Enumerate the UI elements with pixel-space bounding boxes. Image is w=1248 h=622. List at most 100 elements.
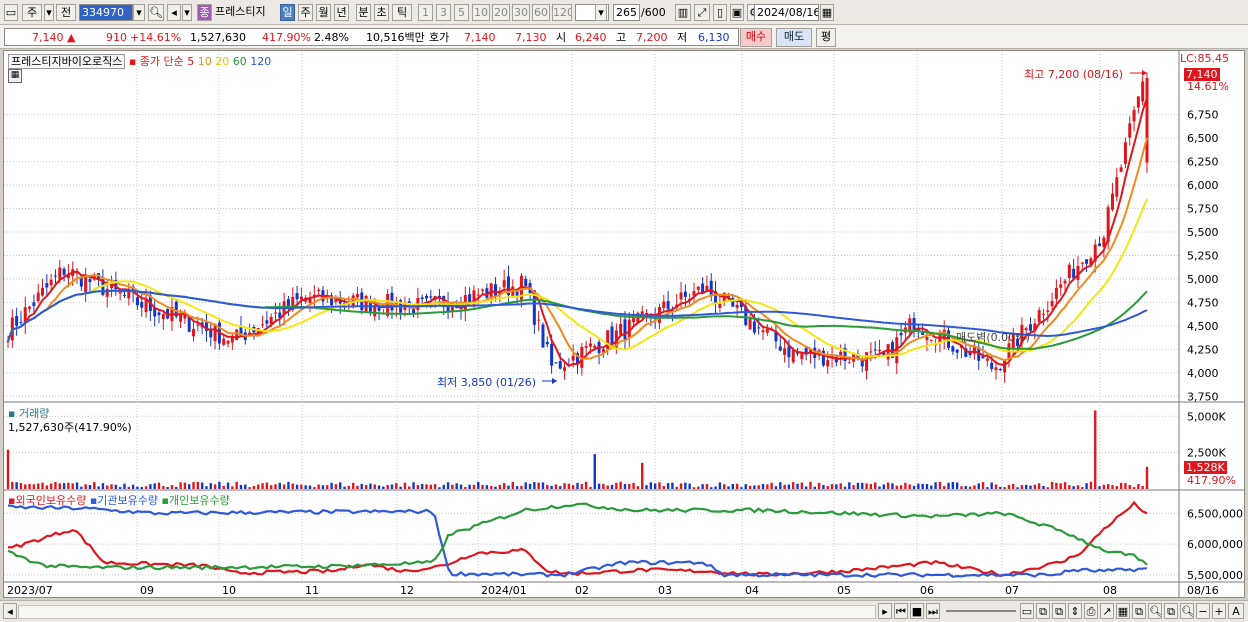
stop-icon[interactable]: ■: [910, 603, 924, 619]
chart-area[interactable]: 2023/07 09 10 11 12 2024/01 02 03 04 05 06 07 08 08/1…: [3, 50, 1245, 598]
candle-body: [1085, 259, 1089, 264]
copy-icon[interactable]: ⧉: [1036, 603, 1050, 619]
volume-bar: [300, 484, 303, 489]
volume-bar: [343, 486, 346, 489]
draw-tool-icon[interactable]: ⤢: [694, 4, 710, 21]
code-input[interactable]: 334970: [79, 4, 133, 21]
volume-bar: [1102, 484, 1106, 489]
candle-body: [265, 320, 269, 324]
market-select[interactable]: 주: [22, 4, 42, 21]
market-dropdown-icon[interactable]: ▾: [44, 4, 54, 21]
calculator-icon[interactable]: ▦: [8, 69, 22, 83]
change-amount: 910: [106, 31, 127, 44]
volume-bar: [106, 485, 109, 489]
volume-bar: [248, 487, 251, 489]
speaker-icon[interactable]: ◂: [167, 4, 181, 21]
prev-toggle[interactable]: 전: [56, 4, 76, 21]
candle-body: [1063, 280, 1067, 284]
period-second[interactable]: 초: [374, 4, 389, 21]
magnifier-icon[interactable]: 🔍︎: [1180, 603, 1194, 619]
period-minute[interactable]: 분: [356, 4, 371, 21]
volume-bar: [84, 484, 87, 489]
sell-button[interactable]: 매도: [776, 28, 812, 47]
period-year[interactable]: 년: [334, 4, 349, 21]
date-input[interactable]: 2024/08/16: [754, 4, 819, 21]
speaker-dropdown-icon[interactable]: ▾: [182, 4, 192, 21]
volume-bar: [852, 485, 855, 489]
scroll-right-icon[interactable]: ▸: [878, 603, 892, 619]
volume-bar: [511, 481, 514, 489]
period-month[interactable]: 월: [316, 4, 331, 21]
volume-bar: [990, 482, 993, 489]
volume-pct-tag: 417.90%: [1187, 474, 1236, 487]
volume-bar: [580, 484, 584, 489]
volume-bar: [873, 482, 877, 489]
institution-holding-label: 기관보유수량: [97, 494, 159, 507]
period-day[interactable]: 일: [280, 4, 295, 21]
candle-type-icon[interactable]: ▥: [675, 4, 691, 21]
compare-icon[interactable]: ⧉: [1052, 603, 1066, 619]
plus-icon[interactable]: +: [1212, 603, 1226, 619]
volume-bar: [938, 481, 942, 489]
search-icon[interactable]: 🔍︎: [148, 4, 164, 21]
candle-body: [317, 289, 321, 292]
min-120[interactable]: 120: [552, 4, 572, 21]
candle-body: [778, 346, 782, 351]
scroll-left-icon[interactable]: ◂: [3, 603, 17, 619]
volume-bar: [658, 482, 661, 489]
period-tick[interactable]: 틱: [392, 4, 412, 21]
volume-bar: [1119, 482, 1123, 489]
min-60[interactable]: 60: [532, 4, 550, 21]
candle-body: [429, 296, 433, 298]
candle-body: [1046, 310, 1050, 312]
min-30[interactable]: 30: [512, 4, 530, 21]
minus-icon[interactable]: −: [1196, 603, 1210, 619]
volume-bar: [382, 486, 385, 489]
min-5[interactable]: 5: [454, 4, 469, 21]
trend-icon[interactable]: ↗: [1100, 603, 1114, 619]
volume-bar: [183, 482, 187, 489]
lock-icon[interactable]: ▯: [713, 4, 727, 21]
scrollbar-track[interactable]: [18, 605, 876, 619]
volume-bar: [420, 483, 424, 489]
min-10[interactable]: 10: [472, 4, 490, 21]
volume-bar: [412, 482, 415, 489]
volume-bar: [1128, 484, 1131, 489]
eval-button[interactable]: 평: [816, 28, 836, 47]
count-input[interactable]: 265: [613, 4, 640, 21]
chart-svg[interactable]: 2023/07 09 10 11 12 2024/01 02 03 04 05 06 07 08 08/1…: [4, 51, 1244, 597]
volume-bar: [783, 484, 786, 489]
last-icon[interactable]: ⏭: [926, 603, 940, 619]
first-icon[interactable]: ⏮: [894, 603, 908, 619]
min-20[interactable]: 20: [492, 4, 510, 21]
quote-bar: 7,140 ▲ 910 +14.61% 1,527,630 417.90% 2.…: [0, 25, 1248, 49]
font-icon[interactable]: A: [1228, 603, 1244, 619]
candle-body: [998, 369, 1002, 371]
volume-bar: [865, 483, 868, 489]
code-dropdown-icon[interactable]: ▾: [133, 4, 145, 21]
buy-button[interactable]: 매수: [740, 28, 772, 47]
volume-bar: [330, 482, 333, 489]
grid-icon[interactable]: ▦: [1116, 603, 1130, 619]
volume-bar: [200, 482, 204, 489]
period-week[interactable]: 주: [298, 4, 313, 21]
volume-bar: [351, 482, 355, 489]
custom-dropdown-icon[interactable]: ▾: [595, 4, 607, 21]
save-icon[interactable]: ▣: [730, 4, 744, 21]
frame-icon[interactable]: ⧉: [1164, 603, 1178, 619]
window-icon[interactable]: ▭: [1020, 603, 1034, 619]
calendar-icon[interactable]: ▦: [820, 4, 834, 21]
min-3[interactable]: 3: [436, 4, 451, 21]
volume-bar: [649, 482, 653, 489]
min-1[interactable]: 1: [418, 4, 433, 21]
volume-bar: [999, 486, 1002, 489]
volume-bar: [779, 482, 782, 489]
zoom-out-icon[interactable]: 🔍︎: [1148, 603, 1162, 619]
layout-icon[interactable]: ▭: [4, 4, 18, 21]
print-icon[interactable]: ⎙: [1084, 603, 1098, 619]
scale-icon[interactable]: ⇕: [1068, 603, 1082, 619]
duplicate-icon[interactable]: ⧉: [1132, 603, 1146, 619]
volume-bar: [498, 484, 502, 489]
volume-bar: [97, 486, 100, 489]
zoom-slider[interactable]: [946, 610, 1016, 612]
